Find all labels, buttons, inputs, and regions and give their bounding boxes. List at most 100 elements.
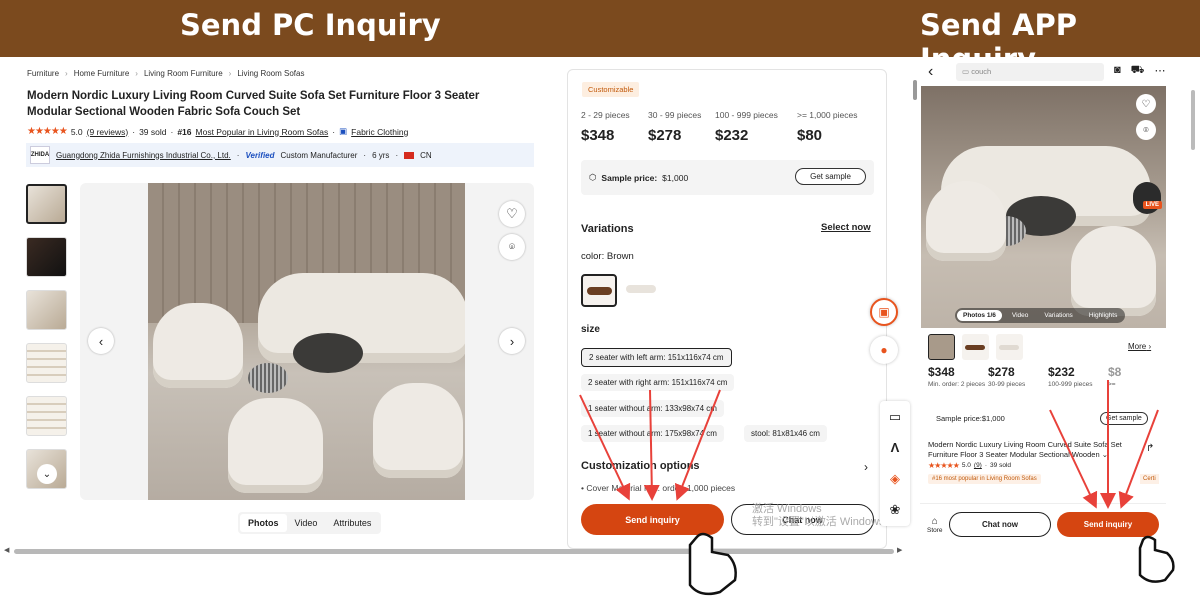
variation-thumb[interactable] <box>996 334 1023 360</box>
tab-video[interactable]: Video <box>287 514 326 532</box>
tab-attributes[interactable]: Attributes <box>325 514 379 532</box>
tab-highlights[interactable]: Highlights <box>1083 310 1124 321</box>
app-price-tiers: $348 Min. order: 2 pieces $278 30-99 piece… <box>928 365 1166 405</box>
customizable-badge: Customizable <box>582 82 640 97</box>
size-option[interactable]: 1 seater without arm: 133x98x74 cm <box>581 400 724 417</box>
header-banner: Send PC Inquiry Send APP Inquiry <box>0 0 1200 76</box>
tab-photos[interactable]: Photos <box>240 514 287 532</box>
reviews-link[interactable]: (9 reviews) <box>87 127 129 137</box>
ai-flower-icon[interactable]: ❀ <box>890 502 901 518</box>
more-icon[interactable]: ⋯ <box>1155 64 1166 78</box>
thumbnail-live[interactable] <box>26 237 67 277</box>
thumbnail[interactable]: ⌄ <box>26 449 67 489</box>
store-button[interactable]: ⌂ Store <box>927 516 943 534</box>
scroll-left-icon[interactable]: ◀ <box>4 546 9 554</box>
heart-icon[interactable]: ♡ <box>1136 94 1156 114</box>
color-swatch-brown[interactable] <box>581 274 617 307</box>
side-toolbar: ▭ Λ ◈ ❀ <box>880 401 910 526</box>
scrollbar-thumb[interactable] <box>1191 90 1195 150</box>
live-avatar[interactable] <box>1133 182 1161 214</box>
wechat-icon[interactable]: ● <box>870 336 898 364</box>
star-rating-icon: ★★★★★ <box>928 461 960 470</box>
get-sample-button[interactable]: Get sample <box>795 168 866 185</box>
breadcrumb-item[interactable]: Living Room Sofas <box>237 69 304 78</box>
back-arrow-icon[interactable]: ‹ <box>928 63 933 81</box>
rating-score: 5.0 <box>70 126 83 137</box>
sold-count: 39 sold <box>990 462 1011 469</box>
thumbnail[interactable] <box>26 396 67 436</box>
image-chair <box>228 398 323 493</box>
watermark-line: 激活 Windows <box>752 503 822 515</box>
image-chair <box>926 181 1006 261</box>
tab-variations[interactable]: Variations <box>1038 310 1078 321</box>
size-option[interactable]: stool: 81x81x46 cm <box>744 425 827 442</box>
chevron-right-icon[interactable]: › <box>864 460 868 474</box>
get-sample-button[interactable]: Get sample <box>1100 412 1148 425</box>
product-title: Modern Nordic Luxury Living Room Curved … <box>27 90 480 118</box>
separator-dot: · <box>170 126 174 137</box>
mobile-app-screen: ‹ ▭ couch ◙ ⛟ ⋯ ♡ ⌾ LIVE Photos 1/6 Vide… <box>920 60 1166 548</box>
tab-video[interactable]: Video <box>1006 310 1035 321</box>
size-label: size <box>581 324 600 335</box>
supplier-country: CN <box>420 150 432 160</box>
variation-thumb[interactable] <box>928 334 955 360</box>
tier-price: $8 <box>1108 365 1122 379</box>
cert-badge[interactable]: Certi <box>1140 474 1159 484</box>
tier-quantity: 100-999 pieces <box>1048 381 1093 388</box>
app-product-title: Modern Nordic Luxury Living Room Curved … <box>928 440 1122 459</box>
translate-icon[interactable]: ◈ <box>890 471 900 487</box>
horizontal-scrollbar[interactable]: ◀ ▶ <box>4 546 904 554</box>
more-link[interactable]: More › <box>1128 342 1151 351</box>
app-search-input[interactable]: ▭ couch <box>956 63 1104 81</box>
breadcrumb-item[interactable]: Living Room Furniture <box>144 69 223 78</box>
image-search-icon[interactable]: ⌾ <box>1136 120 1156 140</box>
chat-icon[interactable]: ▭ <box>889 409 901 425</box>
tag-link[interactable]: Fabric Clothing <box>351 127 408 137</box>
share-icon[interactable]: ↱ <box>1146 443 1154 454</box>
app-scrollbar[interactable] <box>1190 60 1196 550</box>
sample-price-box: ⬡ Sample price: $1,000 Get sample <box>581 160 874 195</box>
cart-icon[interactable]: ⛟ <box>1131 64 1145 78</box>
scrollbar-thumb[interactable] <box>14 549 894 554</box>
breadcrumb-item[interactable]: Home Furniture <box>74 69 130 78</box>
app-send-inquiry-button[interactable]: Send inquiry <box>1057 512 1159 537</box>
tier-price: $278 <box>648 127 682 144</box>
tier-quantity: 30 - 99 pieces <box>648 110 702 120</box>
select-now-link[interactable]: Select now <box>821 222 871 233</box>
variation-thumb[interactable] <box>962 334 989 360</box>
scroll-right-icon[interactable]: ▶ <box>897 546 902 554</box>
box-icon: ⬡ <box>589 172 597 182</box>
heart-icon[interactable]: ♡ <box>499 201 525 227</box>
camera-icon[interactable]: ◙ <box>1114 64 1121 78</box>
chevron-right-icon[interactable]: › <box>499 328 525 354</box>
breadcrumb-item[interactable]: Furniture <box>27 69 59 78</box>
thumbnail[interactable] <box>26 290 67 330</box>
color-swatch-beige[interactable] <box>623 274 659 307</box>
size-option[interactable]: 1 seater without arm: 175x98x74 cm <box>581 425 724 442</box>
chevron-down-icon[interactable]: ⌄ <box>37 464 57 484</box>
app-chat-now-button[interactable]: Chat now <box>949 512 1051 537</box>
customization-title[interactable]: Customization options <box>581 460 700 472</box>
vertical-scrollbar[interactable] <box>912 62 918 552</box>
image-ottoman <box>248 363 288 393</box>
supplier-name-link[interactable]: Guangdong Zhida Furnishings Industrial C… <box>56 151 231 160</box>
rank-number: #16 <box>177 126 192 137</box>
message-icon[interactable]: ▣ <box>870 298 898 326</box>
reviews-link[interactable]: (9) <box>974 462 982 469</box>
scrollbar-thumb[interactable] <box>913 80 917 100</box>
rank-link[interactable]: Most Popular in Living Room Sofas <box>196 127 329 137</box>
thumbnail[interactable] <box>26 184 67 224</box>
send-inquiry-button[interactable]: Send inquiry <box>581 504 724 535</box>
assistant-icon[interactable]: Λ <box>891 440 900 455</box>
tab-photos[interactable]: Photos 1/6 <box>957 310 1002 321</box>
image-table <box>293 333 363 373</box>
rank-badge[interactable]: #16 most popular in Living Room Sofas <box>928 474 1041 484</box>
size-option[interactable]: 2 seater with right arm: 151x116x74 cm <box>581 374 735 391</box>
chevron-left-icon[interactable]: ‹ <box>88 328 114 354</box>
thumbnail[interactable] <box>26 343 67 383</box>
live-badge: LIVE <box>1142 201 1162 209</box>
image-search-icon[interactable]: ⌾ <box>499 234 525 260</box>
size-option[interactable]: 2 seater with left arm: 151x116x74 cm <box>581 348 732 367</box>
separator-dot: · <box>984 462 988 469</box>
app-product-image: ♡ ⌾ LIVE Photos 1/6 Video Variations Hig… <box>921 86 1166 328</box>
